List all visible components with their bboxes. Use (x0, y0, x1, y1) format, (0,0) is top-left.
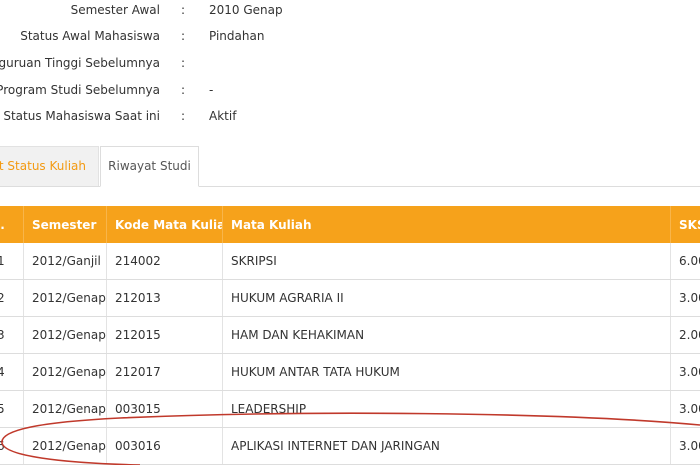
info-value: Aktif (209, 109, 237, 123)
cell-kode: 214002 (107, 243, 223, 279)
header-mata-kuliah: Mata Kuliah (223, 206, 671, 243)
tab-label: at Status Kuliah (0, 159, 86, 173)
table-row: 1 2012/Ganjil 214002 SKRIPSI 6.00 (0, 243, 700, 280)
info-colon: : (181, 56, 186, 70)
info-row-program-studi: Program Studi Sebelumnya : - (0, 80, 700, 100)
cell-sks: 3.00 (679, 439, 700, 453)
info-label: Status Mahasiswa Saat ini (3, 109, 160, 123)
cell-sks: 6.00 (679, 254, 700, 268)
info-row-status-saat-ini: Status Mahasiswa Saat ini : Aktif (0, 106, 700, 126)
table-row: 4 2012/Genap 212017 HUKUM ANTAR TATA HUK… (0, 354, 700, 391)
tab-label: Riwayat Studi (108, 159, 191, 173)
info-row-perguruan-tinggi: Perguruan Tinggi Sebelumnya : (0, 53, 700, 73)
info-row-status-awal: Status Awal Mahasiswa : Pindahan (0, 26, 700, 46)
info-value: Pindahan (209, 29, 265, 43)
cell-no: 3 (0, 317, 24, 353)
cell-sks: 3.00 (679, 291, 700, 305)
info-label: Status Awal Mahasiswa (20, 29, 160, 43)
cell-sks: 3.00 (679, 402, 700, 416)
header-kode: Kode Mata Kuliah (107, 206, 223, 243)
cell-semester: 2012/Genap (24, 428, 107, 464)
cell-mata-kuliah: LEADERSHIP (223, 391, 671, 427)
info-value: 2010 Genap (209, 3, 283, 17)
table-header: o. Semester Kode Mata Kuliah Mata Kuliah… (0, 206, 700, 243)
cell-kode: 003016 (107, 428, 223, 464)
cell-sks: 2.00 (679, 328, 700, 342)
cell-mata-kuliah: HAM DAN KEHAKIMAN (223, 317, 671, 353)
cell-no: 6 (0, 428, 24, 464)
cell-mata-kuliah: APLIKASI INTERNET DAN JARINGAN (223, 428, 671, 464)
cell-semester: 2012/Ganjil (24, 243, 107, 279)
info-value: - (209, 83, 214, 97)
tab-bar: at Status Kuliah Riwayat Studi (0, 146, 700, 187)
cell-kode: 212015 (107, 317, 223, 353)
cell-sks: 3.00 (679, 365, 700, 379)
header-no: o. (0, 206, 24, 243)
cell-mata-kuliah: SKRIPSI (223, 243, 671, 279)
info-row-semester-awal: Semester Awal : 2010 Genap (0, 0, 700, 20)
cell-kode: 212013 (107, 280, 223, 316)
cell-no: 4 (0, 354, 24, 390)
cell-no: 1 (0, 243, 24, 279)
info-colon: : (181, 29, 186, 43)
cell-no: 2 (0, 280, 24, 316)
cell-semester: 2012/Genap (24, 317, 107, 353)
cell-semester: 2012/Genap (24, 354, 107, 390)
tab-riwayat-studi[interactable]: Riwayat Studi (100, 146, 199, 187)
cell-no: 5 (0, 391, 24, 427)
info-label: Program Studi Sebelumnya (0, 83, 160, 97)
cell-kode: 212017 (107, 354, 223, 390)
table-row: 3 2012/Genap 212015 HAM DAN KEHAKIMAN 2.… (0, 317, 700, 354)
cell-semester: 2012/Genap (24, 391, 107, 427)
info-label: Semester Awal (70, 3, 160, 17)
header-sks: SKS (679, 217, 700, 232)
cell-mata-kuliah: HUKUM AGRARIA II (223, 280, 671, 316)
tab-status-kuliah[interactable]: at Status Kuliah (0, 146, 99, 186)
table-row: 5 2012/Genap 003015 LEADERSHIP 3.00 (0, 391, 700, 428)
cell-mata-kuliah: HUKUM ANTAR TATA HUKUM (223, 354, 671, 390)
info-colon: : (181, 109, 186, 123)
info-colon: : (181, 83, 186, 97)
header-semester: Semester (24, 206, 107, 243)
cell-kode: 003015 (107, 391, 223, 427)
info-colon: : (181, 3, 186, 17)
table-row: 2 2012/Genap 212013 HUKUM AGRARIA II 3.0… (0, 280, 700, 317)
info-label: Perguruan Tinggi Sebelumnya (0, 56, 160, 70)
table-row: 6 2012/Genap 003016 APLIKASI INTERNET DA… (0, 428, 700, 465)
cell-semester: 2012/Genap (24, 280, 107, 316)
